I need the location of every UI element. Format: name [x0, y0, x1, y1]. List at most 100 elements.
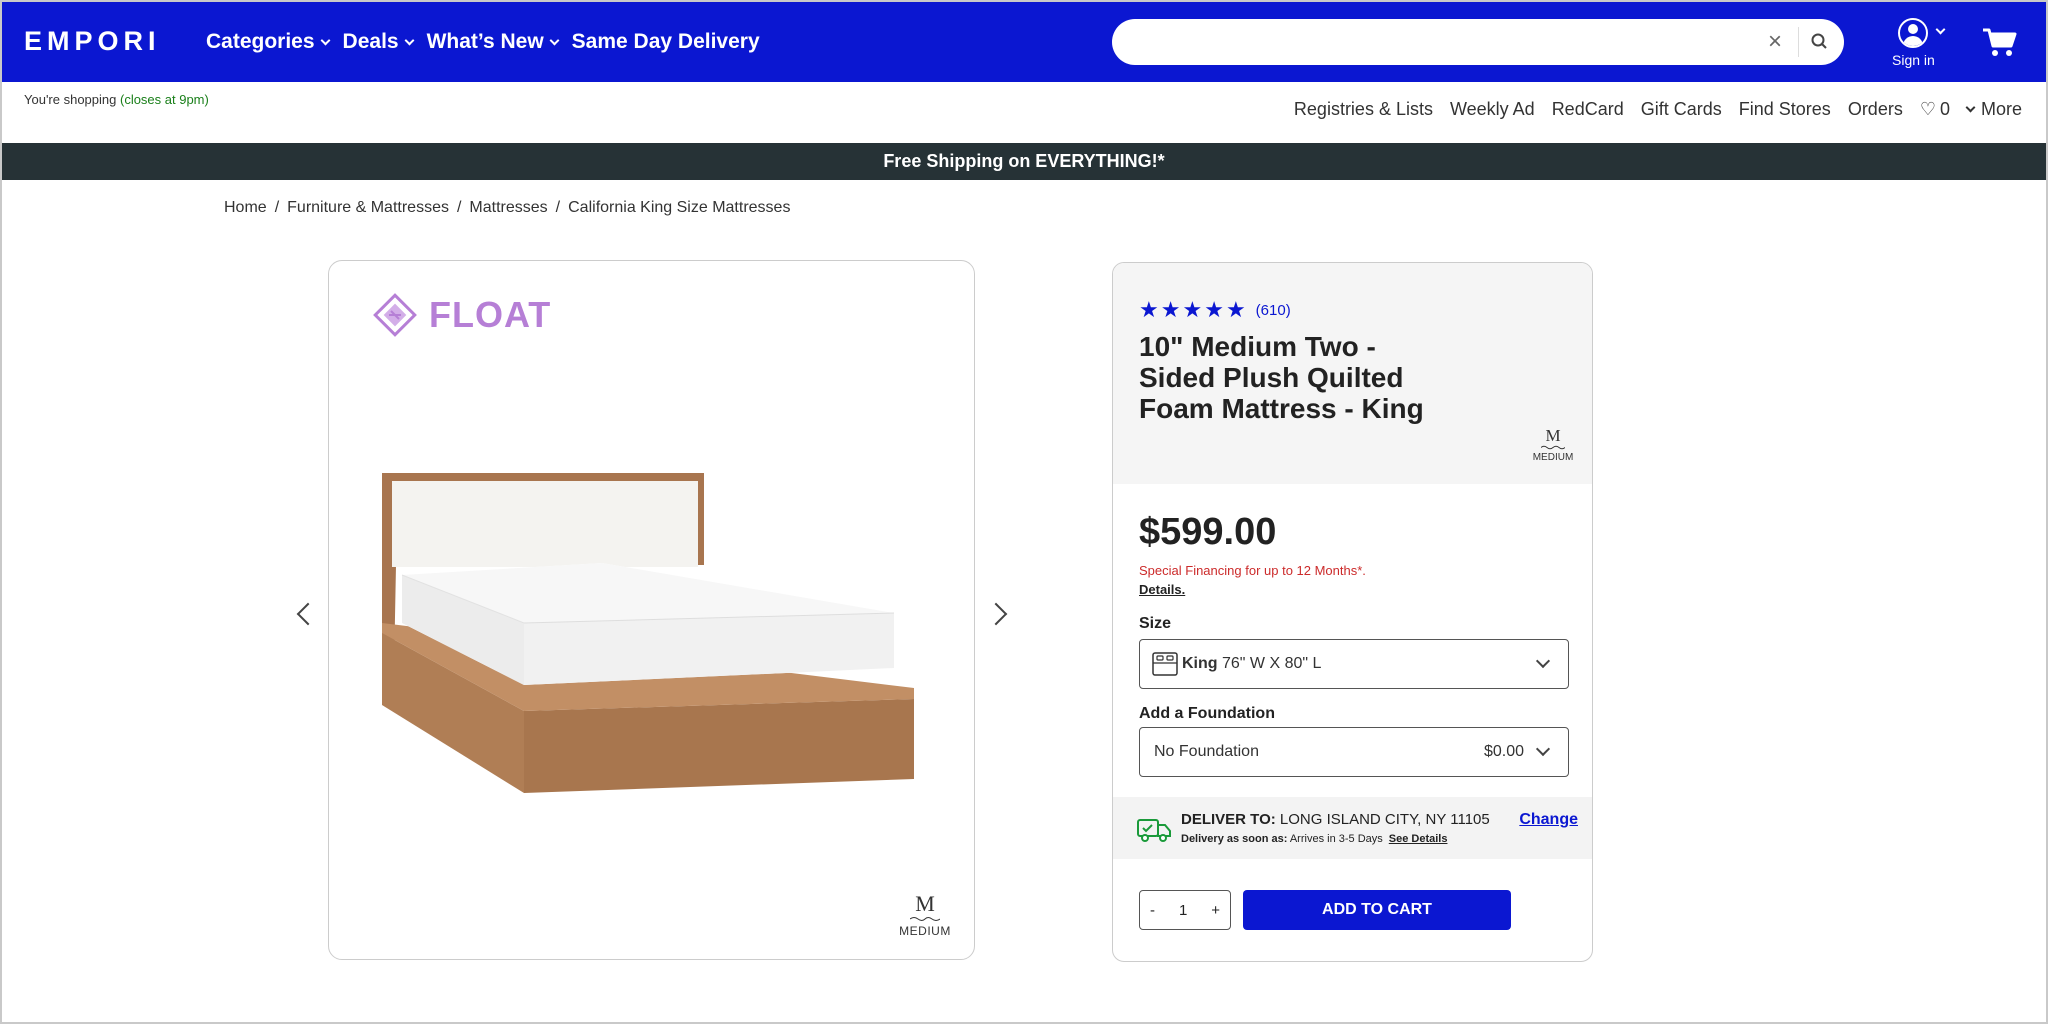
brand-name: FLOAT	[429, 294, 552, 335]
breadcrumb-california-king[interactable]: California King Size Mattresses	[568, 199, 790, 217]
link-gift-cards[interactable]: Gift Cards	[1641, 99, 1722, 120]
change-location-link[interactable]: Change	[1519, 811, 1578, 829]
size-select[interactable]: King 76" W X 80" L	[1139, 639, 1569, 689]
breadcrumb: Home / Furniture & Mattresses / Mattress…	[224, 199, 790, 217]
see-details-link[interactable]: See Details	[1389, 833, 1448, 845]
delivery-eta-label: Delivery as soon as:	[1181, 833, 1288, 845]
product-header: ★ ★ ★ ★ ★ (610) 10" Medium Two - Sided P…	[1113, 263, 1592, 484]
link-orders[interactable]: Orders	[1848, 99, 1903, 120]
breadcrumb-separator: /	[555, 199, 561, 216]
foundation-label: Add a Foundation	[1139, 705, 1275, 722]
breadcrumb-separator: /	[274, 199, 280, 216]
search-icon[interactable]	[1809, 31, 1831, 53]
close-icon[interactable]: ×	[1768, 28, 1782, 56]
main-nav: Categories Deals What’s New Same Day Del…	[206, 30, 760, 54]
cart-icon[interactable]	[1982, 26, 2018, 58]
size-label: Size	[1139, 615, 1172, 632]
star-icon: ★	[1182, 297, 1203, 322]
chevron-down-icon	[320, 35, 330, 45]
heart-icon: ♡	[1919, 99, 1936, 119]
chevron-down-icon	[1935, 24, 1946, 35]
search-bar: ×	[1112, 19, 1844, 65]
wave-icon	[910, 917, 940, 921]
delivery-eta-value: Arrives in 3-5 Days	[1287, 833, 1383, 845]
breadcrumb-furniture[interactable]: Furniture & Mattresses	[287, 199, 449, 217]
truck-icon	[1137, 819, 1171, 842]
carousel-next-icon[interactable]	[984, 602, 1008, 626]
nav-whats-new-label: What’s New	[426, 30, 544, 53]
site-logo[interactable]: EMPORI	[24, 26, 161, 57]
more-label: More	[1980, 99, 2022, 119]
foundation-price: $0.00	[1483, 743, 1524, 760]
quantity-value[interactable]: 1	[1179, 902, 1187, 919]
link-find-stores[interactable]: Find Stores	[1739, 99, 1831, 120]
chevron-down-icon	[1965, 102, 1976, 112]
star-icon: ★	[1204, 297, 1224, 322]
foundation-select[interactable]: No Foundation $0.00	[1139, 727, 1569, 777]
size-name: King	[1182, 655, 1218, 672]
sign-in-label: Sign in	[1892, 52, 1935, 68]
nav-categories[interactable]: Categories	[206, 30, 330, 54]
nav-deals-label: Deals	[342, 30, 399, 53]
link-weekly-ad[interactable]: Weekly Ad	[1450, 99, 1535, 120]
utility-links: Registries & Lists Weekly Ad RedCard Gif…	[1294, 99, 2022, 120]
brand-logo: FLOAT	[373, 293, 551, 337]
diamond-logo-icon	[373, 293, 417, 337]
breadcrumb-home[interactable]: Home	[224, 199, 267, 217]
price: $599.00	[1139, 511, 1277, 553]
star-icon: ★	[1160, 297, 1181, 322]
size-dimensions: 76" W X 80" L	[1217, 655, 1322, 672]
financing-note: Special Financing for up to 12 Months*.	[1139, 563, 1366, 578]
review-count[interactable]: (610)	[1256, 302, 1291, 319]
store-status: You're shopping (closes at 9pm)	[24, 92, 209, 107]
delivery-eta: Delivery as soon as: Arrives in 3-5 Days…	[1181, 833, 1447, 845]
more-menu[interactable]: More	[1965, 99, 2022, 120]
search-input[interactable]	[1132, 27, 1752, 57]
nav-whats-new[interactable]: What’s New	[426, 30, 560, 54]
increase-quantity-button[interactable]: +	[1211, 902, 1220, 919]
add-to-cart-button[interactable]: ADD TO CART	[1243, 890, 1511, 930]
store-status-prefix: You're shopping	[24, 92, 117, 107]
firmness-badge: M MEDIUM	[1531, 427, 1575, 463]
financing-details-link[interactable]: Details.	[1139, 582, 1185, 597]
product-title: 10" Medium Two - Sided Plush Quilted Foa…	[1139, 331, 1424, 424]
chevron-down-icon	[1535, 741, 1551, 757]
size-selected: King 76" W X 80" L	[1182, 655, 1321, 673]
mattress-product-image[interactable]	[374, 473, 934, 833]
firmness-label: MEDIUM	[1532, 452, 1574, 463]
chevron-down-icon	[404, 35, 415, 45]
bed-icon	[1152, 652, 1178, 676]
star-icon: ★	[1139, 297, 1159, 322]
chevron-down-icon	[1535, 653, 1551, 669]
favorites-count: 0	[1939, 99, 1950, 119]
deliver-location: LONG ISLAND CITY, NY 11105	[1275, 811, 1490, 828]
link-registries[interactable]: Registries & Lists	[1294, 99, 1433, 120]
product-details-card: ★ ★ ★ ★ ★ (610) 10" Medium Two - Sided P…	[1112, 262, 1593, 962]
quantity-stepper: - 1 +	[1139, 890, 1231, 930]
breadcrumb-mattresses[interactable]: Mattresses	[469, 199, 547, 217]
nav-same-day-delivery[interactable]: Same Day Delivery	[572, 30, 760, 54]
favorites-link[interactable]: ♡ 0	[1920, 99, 1950, 120]
nav-categories-label: Categories	[206, 30, 315, 53]
nav-deals[interactable]: Deals	[342, 30, 415, 54]
decrease-quantity-button[interactable]: -	[1150, 902, 1155, 919]
delivery-section: DELIVER TO: LONG ISLAND CITY, NY 11105 D…	[1113, 797, 1592, 859]
deliver-to: DELIVER TO: LONG ISLAND CITY, NY 11105	[1181, 811, 1490, 828]
firmness-label: MEDIUM	[899, 924, 951, 938]
account-button[interactable]: Sign in	[1890, 18, 1954, 72]
firmness-badge: M MEDIUM	[895, 891, 955, 939]
foundation-selected: No Foundation	[1154, 743, 1259, 760]
firmness-letter: M	[915, 891, 935, 916]
deliver-to-label: DELIVER TO:	[1181, 811, 1276, 828]
search-divider	[1798, 27, 1799, 57]
user-icon	[1898, 18, 1928, 48]
promo-banner: Free Shipping on EVERYTHING!*	[2, 143, 2046, 180]
top-nav-bar: EMPORI Categories Deals What’s New Same …	[2, 2, 2046, 82]
rating[interactable]: ★ ★ ★ ★ ★ (610)	[1139, 299, 1291, 321]
star-icon: ★	[1225, 297, 1246, 322]
product-image-card: FLOAT M MEDIUM	[328, 260, 975, 960]
carousel-prev-icon[interactable]	[296, 602, 320, 626]
link-redcard[interactable]: RedCard	[1552, 99, 1624, 120]
wave-icon	[1541, 445, 1565, 450]
store-hours[interactable]: (closes at 9pm)	[120, 92, 209, 107]
